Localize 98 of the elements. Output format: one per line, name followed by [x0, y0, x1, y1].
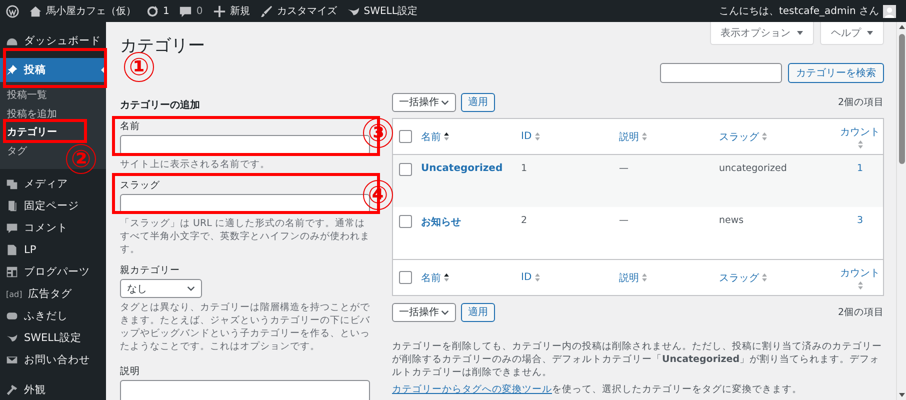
sidebar-item[interactable]: SWELL設定 — [0, 327, 106, 349]
select-all-checkbox[interactable] — [399, 271, 412, 284]
category-name-link[interactable]: Uncategorized — [421, 163, 503, 174]
wordpress-logo-icon[interactable] — [6, 4, 19, 18]
brush-icon — [260, 4, 273, 18]
pin-icon — [6, 64, 18, 76]
row-checkbox[interactable] — [399, 163, 412, 176]
sidebar-item[interactable]: 外観 — [0, 379, 106, 400]
bulk-action-select[interactable]: 一括操作 — [392, 92, 456, 112]
new-link[interactable]: 新規 — [230, 4, 250, 18]
help-text: タグとは異なり、カテゴリーは階層構造を持つことができます。たとえば、ジャズというカテゴリーの下にビバップやビッグバンドという子カテゴリーを作る、といったようなことです。これはオプションです。 — [120, 301, 370, 353]
column-header[interactable]: 名前 — [421, 130, 441, 144]
submenu-item[interactable]: カテゴリー — [0, 124, 57, 142]
table-cell: 2 — [521, 215, 528, 226]
page-icon — [6, 200, 18, 212]
row-checkbox[interactable] — [399, 215, 412, 228]
sidebar-item[interactable]: お問い合わせ — [0, 349, 106, 371]
column-header[interactable]: 説明 — [619, 130, 639, 144]
column-header[interactable]: カウント — [840, 124, 880, 138]
count-link[interactable]: 1 — [856, 163, 864, 174]
comment-icon — [6, 222, 18, 234]
sidebar-item[interactable]: ふきだし — [0, 305, 106, 327]
hammer-icon — [6, 384, 18, 396]
refresh-icon — [146, 4, 159, 18]
avatar-icon[interactable] — [883, 4, 896, 18]
column-header[interactable]: 説明 — [619, 270, 639, 284]
column-header[interactable]: ID — [521, 272, 532, 283]
sidebar-item[interactable]: ブログパーツ — [0, 261, 106, 283]
sidebar-item[interactable]: ダッシュボード — [0, 30, 106, 52]
scrollbar[interactable] — [896, 22, 906, 400]
column-header[interactable]: スラッグ — [719, 130, 759, 144]
sidebar-item[interactable]: 固定ページ — [0, 195, 106, 217]
bulk-action-select[interactable]: 一括操作 — [392, 302, 456, 322]
home-icon — [29, 4, 42, 18]
help-text: サイト上に表示される名前です。 — [120, 158, 270, 171]
site-name-link[interactable]: 馬小屋カフェ（仮） — [46, 4, 136, 18]
search-button[interactable]: カテゴリーを検索 — [788, 63, 884, 83]
field-label: 親カテゴリー — [120, 264, 180, 277]
screen-options-button[interactable]: 表示オプション — [710, 22, 814, 45]
submenu-item[interactable]: 投稿を追加 — [0, 106, 57, 124]
select-all-checkbox[interactable] — [399, 130, 412, 143]
apply-button[interactable]: 適用 — [461, 92, 495, 112]
table-cell: — — [619, 215, 628, 226]
submenu-item[interactable]: タグ — [0, 142, 27, 161]
converter-link[interactable]: カテゴリーからタグへの変換ツール — [392, 384, 552, 395]
field-label: 名前 — [120, 120, 140, 133]
column-header[interactable]: ID — [521, 131, 532, 142]
grid-icon — [6, 266, 18, 278]
chevron-down-icon — [441, 100, 449, 104]
envelope-icon — [6, 354, 18, 366]
chevron-down-icon — [187, 286, 195, 291]
sidebar-item[interactable]: LP — [0, 239, 106, 261]
search-field[interactable] — [660, 63, 782, 83]
plus-icon — [212, 4, 226, 18]
apply-button[interactable]: 適用 — [461, 302, 495, 322]
sidebar-item[interactable]: メディア — [0, 173, 106, 195]
item-count: 2個の項目 — [838, 306, 884, 318]
item-count: 2個の項目 — [838, 96, 884, 108]
column-header[interactable]: 名前 — [421, 270, 441, 284]
parent-select[interactable]: なし — [120, 279, 202, 298]
swell-settings-link[interactable]: SWELL設定 — [364, 4, 418, 18]
section-heading: カテゴリーの追加 — [120, 98, 200, 112]
sidebar-item[interactable]: コメント — [0, 217, 106, 239]
name-field[interactable] — [120, 135, 370, 155]
sidebar-item[interactable]: 投稿 — [0, 58, 106, 82]
ad-icon: [ad] — [6, 290, 22, 298]
callout-number: ② — [66, 144, 96, 174]
sidebar-item[interactable]: [ad] 広告タグ — [0, 283, 106, 305]
table-cell: — — [619, 163, 628, 174]
chevron-down-icon — [441, 310, 449, 314]
column-header[interactable]: カウント — [840, 266, 880, 280]
help-text: 「スラッグ」は URL に適した形式の名前です。通常はすべて半角小文字で、英数字とハイフンのみが使われます。 — [120, 217, 370, 256]
greeting-link[interactable]: こんにちは、testcafe_admin さん — [718, 4, 879, 18]
comment-icon — [179, 4, 192, 18]
table-cell: uncategorized — [719, 163, 787, 174]
callout-number: ① — [124, 52, 154, 82]
speech-bubble-icon — [6, 310, 18, 322]
category-name-link[interactable]: お知らせ — [421, 215, 461, 229]
caret-icon — [867, 31, 873, 36]
converter-note: カテゴリーからタグへの変換ツールを使って、選択したカテゴリーをタグに変換できます。 — [392, 383, 803, 396]
media-icon — [6, 178, 18, 190]
help-button[interactable]: ヘルプ — [820, 22, 884, 45]
table-cell: news — [719, 215, 744, 226]
table-cell: 1 — [521, 163, 528, 174]
caret-icon — [796, 31, 803, 36]
field-label: スラッグ — [120, 179, 160, 192]
bird-icon — [6, 332, 18, 344]
scroll-down-icon[interactable] — [899, 393, 905, 397]
comments-count[interactable]: 0 — [196, 6, 203, 16]
document-icon — [6, 244, 18, 256]
column-header[interactable]: スラッグ — [719, 270, 759, 284]
count-link[interactable]: 3 — [856, 215, 864, 226]
submenu-item[interactable]: 投稿一覧 — [0, 87, 47, 106]
delete-note: カテゴリーを削除しても、カテゴリー内の投稿は削除されません。ただし、投稿に割り当て済みのカテゴリーが削除するカテゴリーのみの場合、デフォルトカテゴリー「Uncategorized」が割り当てられます。デフォルトカテゴリーは削除できません。 — [392, 340, 883, 379]
scroll-up-icon[interactable] — [899, 25, 905, 29]
updates-count[interactable]: 1 — [163, 6, 170, 16]
field-label: 説明 — [120, 365, 140, 378]
customize-link[interactable]: カスタマイズ — [276, 4, 337, 18]
